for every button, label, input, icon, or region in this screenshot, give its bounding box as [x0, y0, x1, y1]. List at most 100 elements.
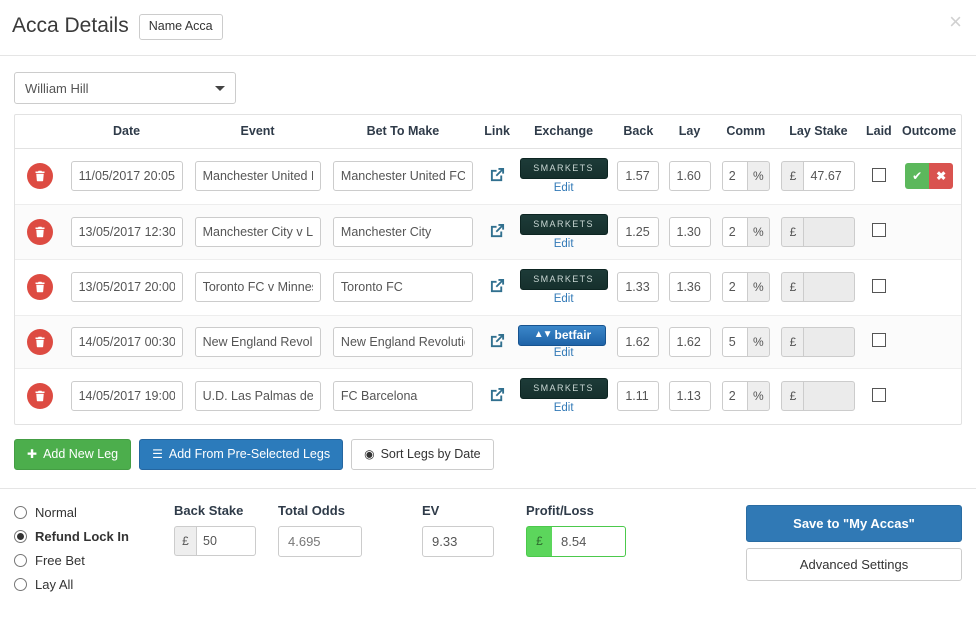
leg-event-input[interactable] — [194, 161, 321, 192]
leg-date-input[interactable] — [70, 272, 183, 303]
profit-loss-input[interactable] — [552, 525, 626, 557]
sort-legs-by-date-button[interactable]: ◉ Sort Legs by Date — [351, 438, 494, 470]
laid-checkbox[interactable] — [871, 333, 886, 348]
leg-event-input[interactable] — [194, 326, 321, 357]
edit-exchange-link[interactable]: Edit — [518, 402, 608, 415]
back-stake-label: Back Stake — [174, 502, 244, 518]
lay-stake-input[interactable] — [803, 381, 856, 412]
radio-icon[interactable] — [14, 577, 27, 591]
bet-mode-option[interactable]: Free Bet — [14, 553, 174, 568]
bet-mode-option[interactable]: Refund Lock In — [14, 529, 174, 544]
name-acca-button[interactable]: Name Acca — [138, 14, 223, 40]
commission-input[interactable] — [721, 161, 748, 192]
bet-mode-option[interactable]: Normal — [14, 505, 174, 520]
cell-back — [613, 260, 664, 316]
delete-leg-button[interactable] — [26, 163, 53, 190]
cell-outcome: ✔ ✖ — [897, 149, 961, 205]
leg-bet-input[interactable] — [332, 216, 473, 247]
leg-date-input[interactable] — [70, 216, 183, 247]
smarkets-logo-icon[interactable]: SMARKETS — [519, 213, 608, 235]
outcome-lose-button[interactable]: ✖ — [929, 163, 954, 190]
leg-event-input[interactable] — [194, 381, 321, 412]
lay-odds-input[interactable] — [668, 381, 711, 412]
betfair-arrows-icon: ▲▼ — [533, 329, 553, 340]
cell-back — [613, 315, 664, 369]
trash-icon — [35, 391, 45, 402]
cell-laid — [860, 315, 897, 369]
back-odds-input[interactable] — [617, 381, 660, 412]
cell-delete — [15, 369, 64, 424]
total-odds-input[interactable] — [278, 525, 362, 557]
delete-leg-button[interactable] — [26, 218, 53, 245]
edit-exchange-link[interactable]: Edit — [518, 293, 608, 306]
lay-odds-input[interactable] — [668, 326, 711, 357]
smarkets-logo-icon[interactable]: SMARKETS — [519, 269, 608, 290]
leg-bet-input[interactable] — [332, 326, 473, 357]
table-row: SMARKETS Edit% £ — [15, 204, 961, 260]
save-to-my-accas-button[interactable]: Save to "My Accas" — [746, 504, 962, 542]
leg-event-input[interactable] — [194, 272, 321, 303]
cell-laid — [860, 204, 897, 260]
commission-input[interactable] — [721, 381, 748, 412]
bet-mode-option[interactable]: Lay All — [14, 577, 174, 592]
lay-stake-input[interactable] — [803, 161, 856, 192]
smarkets-logo-icon[interactable]: SMARKETS — [519, 158, 608, 179]
leg-date-input[interactable] — [70, 161, 183, 192]
lay-stake-input[interactable] — [803, 272, 856, 303]
table-row: SMARKETS Edit% £ — [15, 369, 961, 424]
ev-input[interactable] — [422, 525, 494, 557]
commission-input[interactable] — [721, 272, 748, 303]
commission-input[interactable] — [721, 326, 748, 357]
back-odds-input[interactable] — [617, 272, 660, 303]
leg-bet-input[interactable] — [332, 272, 473, 303]
cell-date — [64, 315, 189, 369]
back-stake-input[interactable] — [196, 525, 256, 556]
external-link-icon[interactable] — [490, 167, 505, 182]
leg-date-input[interactable] — [70, 381, 183, 412]
bookmaker-select[interactable]: William Hill — [14, 72, 236, 104]
lay-stake-input[interactable] — [803, 326, 856, 357]
commission-input[interactable] — [721, 216, 748, 247]
add-preselected-legs-button[interactable]: ☰ Add From Pre-Selected Legs — [139, 438, 344, 470]
laid-checkbox[interactable] — [871, 278, 886, 293]
column-header-link: Link — [479, 115, 515, 149]
radio-icon[interactable] — [14, 505, 27, 519]
external-link-icon[interactable] — [490, 333, 505, 348]
betfair-logo-icon[interactable]: ▲▼ betfair — [518, 324, 607, 346]
clock-icon: ◉ — [364, 447, 375, 461]
delete-leg-button[interactable] — [26, 328, 53, 355]
radio-icon[interactable] — [14, 529, 27, 543]
edit-exchange-link[interactable]: Edit — [518, 238, 608, 251]
back-odds-input[interactable] — [617, 216, 660, 247]
leg-date-input[interactable] — [70, 326, 183, 357]
edit-exchange-link[interactable]: Edit — [518, 182, 608, 195]
modal-header: Acca Details Name Acca × — [0, 0, 976, 55]
delete-leg-button[interactable] — [26, 274, 53, 301]
back-odds-input[interactable] — [617, 326, 660, 357]
lay-odds-input[interactable] — [668, 161, 711, 192]
leg-bet-input[interactable] — [332, 161, 473, 192]
advanced-settings-button[interactable]: Advanced Settings — [746, 547, 962, 581]
add-new-leg-button[interactable]: ✚ Add New Leg — [14, 438, 132, 470]
delete-leg-button[interactable] — [26, 383, 53, 410]
laid-checkbox[interactable] — [871, 387, 886, 402]
laid-checkbox[interactable] — [871, 167, 886, 182]
edit-exchange-link[interactable]: Edit — [518, 347, 608, 360]
smarkets-logo-icon[interactable]: SMARKETS — [519, 378, 608, 399]
leg-bet-input[interactable] — [332, 381, 473, 412]
external-link-icon[interactable] — [490, 278, 505, 293]
lay-odds-input[interactable] — [668, 216, 711, 247]
back-odds-input[interactable] — [617, 161, 660, 192]
close-icon[interactable]: × — [949, 11, 962, 33]
commission-input-group: % — [721, 161, 770, 192]
cell-exchange: ▲▼ betfair Edit — [514, 315, 612, 369]
radio-icon[interactable] — [14, 553, 27, 567]
outcome-win-button[interactable]: ✔ — [905, 163, 930, 190]
lay-stake-input[interactable] — [803, 216, 856, 247]
external-link-icon[interactable] — [490, 387, 505, 402]
laid-checkbox[interactable] — [871, 223, 886, 238]
lay-odds-input[interactable] — [668, 272, 711, 303]
external-link-icon[interactable] — [490, 223, 505, 238]
column-header-lay-stake: Lay Stake — [776, 115, 861, 149]
leg-event-input[interactable] — [194, 216, 321, 247]
